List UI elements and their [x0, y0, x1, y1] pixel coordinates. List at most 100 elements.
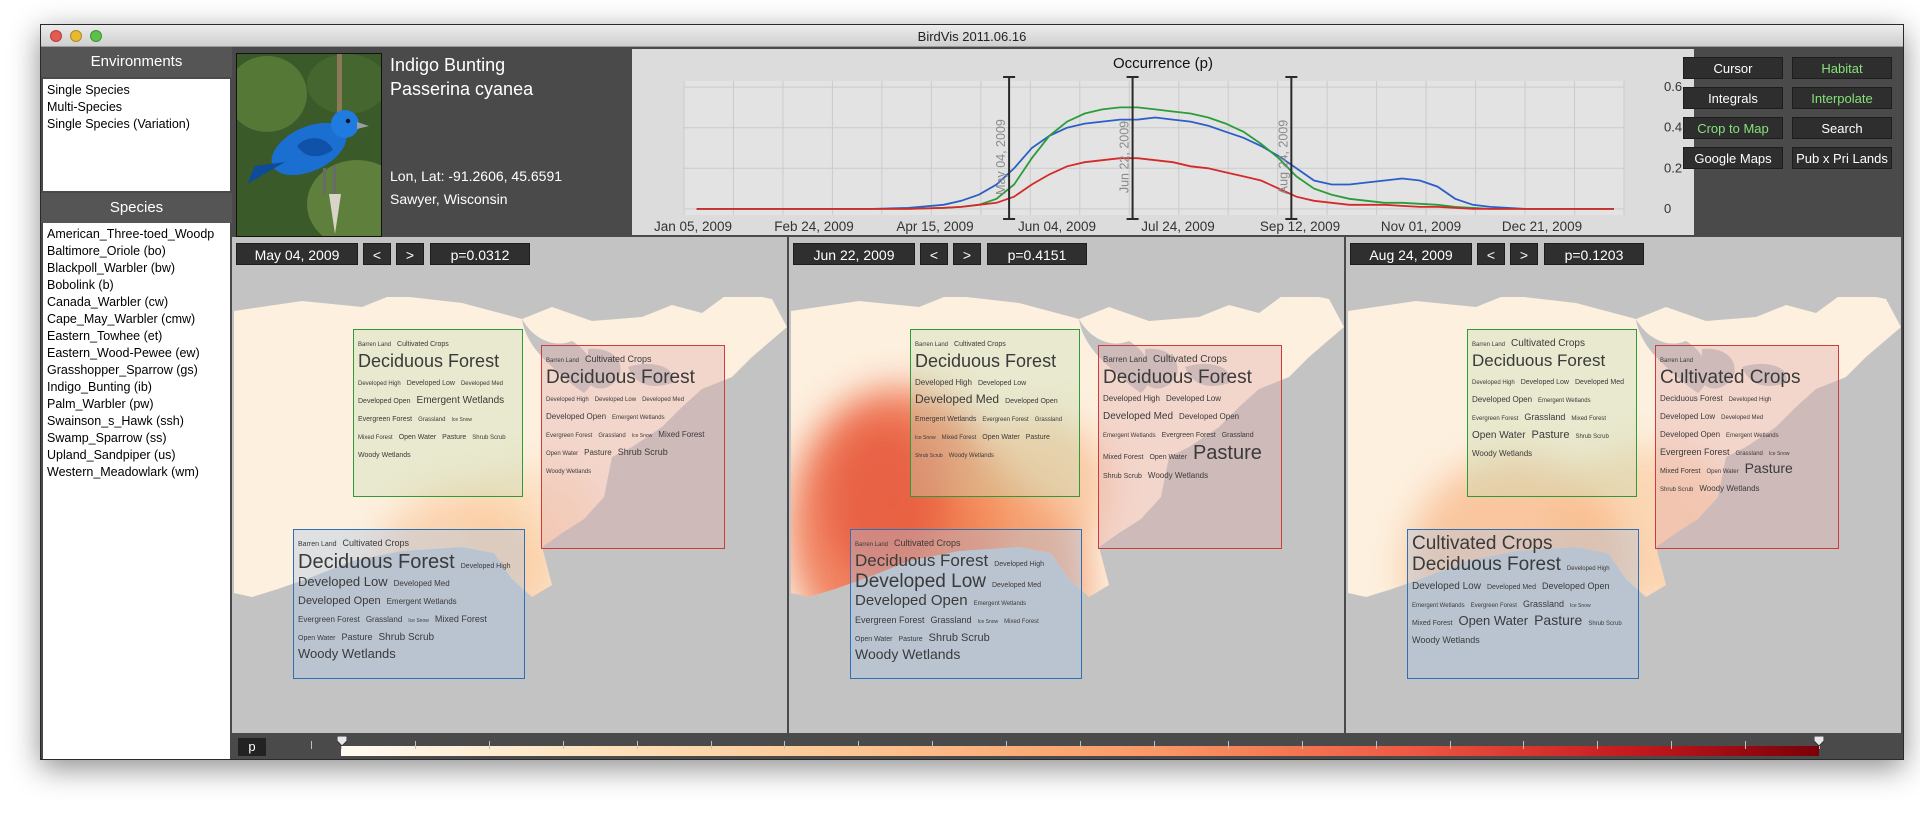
habitat-word: Evergreen Forest: [1660, 447, 1730, 458]
habitat-word: Developed High: [1566, 566, 1610, 573]
species-item[interactable]: Swamp_Sparrow (ss): [47, 430, 226, 447]
environment-item[interactable]: Single Species: [47, 82, 226, 99]
species-item[interactable]: Indigo_Bunting (ib): [47, 379, 226, 396]
habitat-word: Shrub Scrub: [1103, 472, 1142, 480]
map-panel[interactable]: Jun 22, 2009 < > p=0.4151 Barren Land Cultiva…: [789, 237, 1344, 733]
crop-to-map-button[interactable]: Crop to Map: [1683, 117, 1783, 139]
species-item[interactable]: Grasshopper_Sparrow (gs): [47, 362, 226, 379]
species-item[interactable]: Eastern_Towhee (et): [47, 328, 226, 345]
map-panel[interactable]: May 04, 2009 < > p=0.0312 Barren Land Cultiva…: [232, 237, 787, 733]
map-prev-button[interactable]: <: [920, 243, 948, 265]
map-panel[interactable]: Aug 24, 2009 < > p=0.1203 Barren Land Cultiva…: [1346, 237, 1901, 733]
species-item[interactable]: Blackpoll_Warbler (bw): [47, 260, 226, 277]
habitat-word: Woody Wetlands: [855, 646, 961, 663]
habitat-word: Emergent Wetlands: [612, 415, 665, 422]
habitat-word: Woody Wetlands: [546, 469, 592, 476]
bird-common-name: Indigo Bunting: [390, 55, 506, 75]
map-next-button[interactable]: >: [953, 243, 981, 265]
occurrence-chart[interactable]: 0 0.2 0.4 0.6 Occurrence (p) Jan 05, 2009 Feb …: [632, 49, 1694, 235]
habitat-word: Open Water: [1458, 612, 1529, 628]
chart-y-tick-label: 0: [1664, 201, 1671, 216]
habitat-word: Developed Open: [1472, 395, 1533, 404]
colorbar-tickmark: [1376, 741, 1377, 749]
habitat-region-blue[interactable]: Barren Land Cultivated Crops Deciduous For…: [293, 529, 525, 679]
habitat-word: Grassland: [598, 433, 626, 440]
colorbar-tickmark: [1006, 741, 1007, 749]
habitat-region-red[interactable]: Barren Land Cultivated Crops Deciduous For…: [1098, 345, 1282, 549]
habitat-word: Emergent Wetlands: [973, 601, 1027, 608]
bird-latin-name: Passerina cyanea: [390, 79, 534, 99]
habitat-button[interactable]: Habitat: [1792, 57, 1892, 79]
habitat-word: Open Water: [982, 434, 1020, 441]
habitat-word: Developed High: [915, 378, 972, 387]
integrals-button[interactable]: Integrals: [1683, 87, 1783, 109]
habitat-word: Cultivated Crops: [1511, 338, 1585, 349]
habitat-word: Developed Med: [1486, 583, 1536, 591]
species-item[interactable]: Canada_Warbler (cw): [47, 294, 226, 311]
colorbar-max-handle[interactable]: [1814, 736, 1824, 746]
search-button[interactable]: Search: [1792, 117, 1892, 139]
cursor-button[interactable]: Cursor: [1683, 57, 1783, 79]
habitat-word: Emergent Wetlands: [1538, 398, 1591, 404]
species-item[interactable]: Bobolink (b): [47, 277, 226, 294]
habitat-region-red[interactable]: Barren Land Cultivated Crops Deciduous For…: [1655, 345, 1839, 549]
pub-x-pri-lands-button[interactable]: Pub x Pri Lands: [1792, 147, 1892, 169]
habitat-word: Developed Low: [1520, 379, 1569, 386]
habitat-region-blue[interactable]: Barren Land Cultivated Crops Deciduous For…: [850, 529, 1082, 679]
interpolate-button[interactable]: Interpolate: [1792, 87, 1892, 109]
habitat-word: Cultivated Crops: [894, 538, 961, 548]
species-item[interactable]: American_Three-toed_Woodp: [47, 226, 226, 243]
habitat-word: Mixed Forest: [941, 435, 977, 441]
map-prev-button[interactable]: <: [363, 243, 391, 265]
habitat-word: Woody Wetlands: [1412, 634, 1480, 645]
title-bar: BirdVis 2011.06.16: [41, 25, 1903, 47]
species-item[interactable]: Eastern_Wood-Pewee (ew): [47, 345, 226, 362]
habitat-region-blue[interactable]: Cultivated CropsDeciduous Forest Develope…: [1407, 529, 1639, 679]
map-prev-button[interactable]: <: [1477, 243, 1505, 265]
map-next-button[interactable]: >: [396, 243, 424, 265]
species-item[interactable]: Cape_May_Warbler (cmw): [47, 311, 226, 328]
habitat-word: Woody Wetlands: [358, 452, 411, 459]
habitat-word: Pasture: [1025, 434, 1050, 441]
habitat-region-green[interactable]: Barren Land Cultivated Crops Deciduous For…: [353, 329, 523, 497]
species-item[interactable]: Western_Meadowlark (wm): [47, 464, 226, 481]
environment-item[interactable]: Single Species (Variation): [47, 116, 226, 133]
habitat-word: Developed Med: [393, 579, 450, 589]
habitat-word: Developed Open: [1179, 412, 1240, 422]
habitat-word: Woody Wetlands: [948, 453, 994, 459]
habitat-word: Evergreen Forest: [1470, 602, 1517, 609]
species-item[interactable]: Upland_Sandpiper (us): [47, 447, 226, 464]
species-item[interactable]: Swainson_s_Hawk (ssh): [47, 413, 226, 430]
chart-y-tick-label: 0.4: [1664, 120, 1682, 135]
google-maps-button[interactable]: Google Maps: [1683, 147, 1783, 169]
colorbar-tickmark: [415, 741, 416, 749]
chart-cursor-label: Jun 22, 2009: [1118, 121, 1132, 193]
habitat-word: Shrub Scrub: [1588, 620, 1622, 627]
chart-x-tick-label: Feb 24, 2009: [774, 219, 854, 234]
map-next-button[interactable]: >: [1510, 243, 1538, 265]
habitat-word: Ice Snow: [915, 435, 936, 441]
habitat-word: Developed High: [1103, 394, 1160, 404]
habitat-word: Developed Open: [358, 398, 411, 405]
habitat-word: Developed Med: [460, 381, 503, 387]
chart-y-tick-label: 0.2: [1664, 160, 1682, 175]
habitat-word: Emergent Wetlands: [1412, 602, 1465, 609]
chart-title: Occurrence (p): [1113, 55, 1213, 72]
colorbar-tickmark: [1745, 741, 1746, 749]
colorbar-min-handle[interactable]: [337, 736, 347, 746]
environment-item[interactable]: Multi-Species: [47, 99, 226, 116]
habitat-word: Cultivated Crops: [954, 341, 1006, 348]
habitat-word: Barren Land: [1472, 342, 1506, 348]
species-item[interactable]: Baltimore_Oriole (bo): [47, 243, 226, 260]
habitat-region-green[interactable]: Barren Land Cultivated Crops Deciduous For…: [1467, 329, 1637, 497]
habitat-region-green[interactable]: Barren Land Cultivated Crops Deciduous For…: [910, 329, 1080, 497]
colorbar-tickmark: [1302, 741, 1303, 749]
bird-photo: [236, 53, 382, 237]
habitat-region-red[interactable]: Barren Land Cultivated Crops Deciduous For…: [541, 345, 725, 549]
species-item[interactable]: Palm_Warbler (pw): [47, 396, 226, 413]
habitat-word: Cultivated Crops: [397, 341, 449, 348]
habitat-word: Barren Land: [298, 541, 337, 548]
colorbar-tickmark: [1671, 741, 1672, 749]
habitat-word: Grassland: [1522, 598, 1564, 609]
bird-location: Sawyer, Wisconsin: [390, 191, 508, 207]
